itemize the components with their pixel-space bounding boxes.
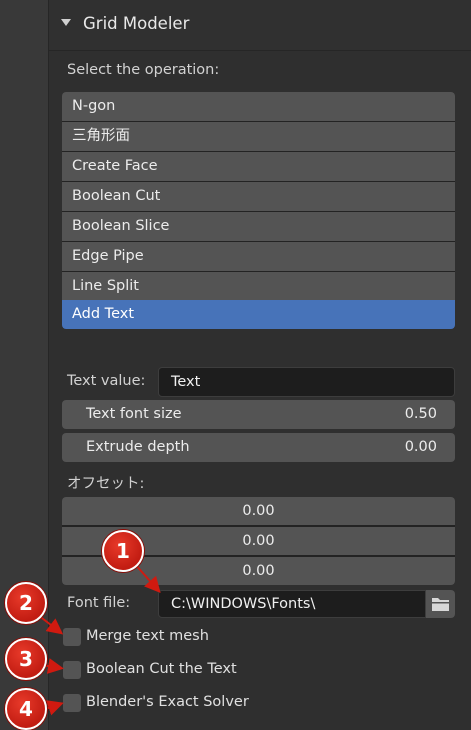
- callout-1-arrow: [133, 562, 161, 593]
- callout-4: 4: [5, 688, 47, 730]
- callout-2-arrow: [37, 614, 64, 635]
- callout-arrows: [37, 562, 161, 716]
- callout-3: 3: [5, 638, 47, 680]
- callout-1: 1: [102, 530, 144, 572]
- callout-2: 2: [5, 582, 47, 624]
